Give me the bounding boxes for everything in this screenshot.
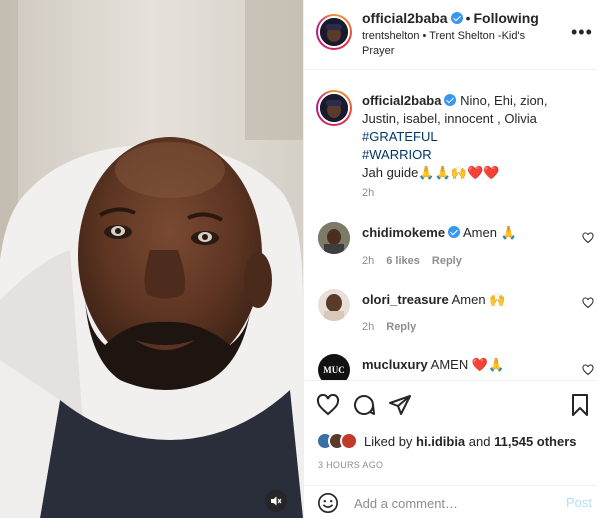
mute-toggle-button[interactable] bbox=[265, 490, 287, 512]
commenter-avatar[interactable] bbox=[318, 289, 350, 321]
post-timestamp[interactable]: 3 HOURS AGO bbox=[318, 460, 383, 470]
commenter-avatar-image bbox=[318, 289, 350, 321]
like-comment-heart-icon[interactable] bbox=[582, 232, 594, 244]
comment-body: AMEN ❤️🙏 bbox=[430, 357, 505, 372]
liked-by-prefix: Liked by bbox=[364, 433, 413, 449]
comment-time[interactable]: 2h bbox=[362, 321, 374, 333]
more-options-button[interactable]: ••• bbox=[571, 22, 593, 43]
verified-badge-icon bbox=[450, 12, 463, 24]
comment-meta: 2h Reply bbox=[362, 321, 428, 333]
reply-button[interactable]: Reply bbox=[432, 255, 462, 267]
like-comment-heart-icon[interactable] bbox=[582, 297, 594, 309]
following-button[interactable]: Following bbox=[474, 10, 539, 26]
audio-track-link[interactable]: trentshelton • Trent Shelton -Kid's Pray… bbox=[362, 29, 542, 59]
post-media[interactable] bbox=[0, 0, 303, 518]
comment-body: Amen 🙌 bbox=[451, 292, 506, 307]
caption-verified-icon bbox=[444, 94, 457, 106]
header-username-line: official2baba • Following bbox=[362, 10, 539, 26]
caption-text: official2baba Nino, Ehi, zion, Justin, i… bbox=[362, 92, 582, 182]
caption-closing: Jah guide🙏🙏🙌❤️❤️ bbox=[362, 165, 500, 180]
liker-avatar[interactable] bbox=[340, 432, 358, 450]
caption-author-avatar[interactable] bbox=[318, 92, 350, 124]
liked-by-username[interactable]: hi.idibia bbox=[416, 434, 465, 449]
share-paper-plane-icon[interactable] bbox=[388, 393, 412, 417]
save-bookmark-icon[interactable] bbox=[568, 393, 592, 417]
post-photo bbox=[0, 0, 303, 518]
comment-meta: 2h 6 likes Reply bbox=[362, 255, 474, 267]
comment-text: mucluxury AMEN ❤️🙏 bbox=[362, 357, 504, 373]
author-username[interactable]: official2baba bbox=[362, 10, 448, 26]
comment-username[interactable]: olori_treasure bbox=[362, 292, 449, 307]
commenter-avatar-logo: MUC bbox=[323, 365, 345, 375]
caption-username[interactable]: official2baba bbox=[362, 93, 441, 108]
comment-text: olori_treasure Amen 🙌 bbox=[362, 292, 505, 308]
comment-bubble-icon[interactable] bbox=[352, 393, 376, 417]
comment-time[interactable]: 2h bbox=[362, 255, 374, 267]
hashtag-grateful[interactable]: #GRATEFUL bbox=[362, 129, 438, 144]
caption-timestamp[interactable]: 2h bbox=[362, 187, 374, 199]
separator-dot: • bbox=[465, 10, 471, 26]
liked-by-and: and bbox=[468, 433, 491, 449]
mute-icon bbox=[271, 496, 282, 506]
author-avatar-image bbox=[320, 18, 348, 46]
liked-by-text: Liked by hi.idibia and 11,545 others bbox=[364, 434, 577, 449]
author-avatar[interactable] bbox=[318, 16, 350, 48]
comment-verified-icon bbox=[448, 226, 461, 238]
commenter-avatar-image bbox=[318, 222, 350, 254]
comment-likes[interactable]: 6 likes bbox=[386, 255, 420, 267]
story-ring[interactable] bbox=[316, 14, 352, 50]
likes-count-link[interactable]: 11,545 others bbox=[494, 434, 576, 449]
liked-by-row: Liked by hi.idibia and 11,545 others bbox=[316, 431, 577, 451]
caption-story-ring[interactable] bbox=[316, 90, 352, 126]
post-actions: Liked by hi.idibia and 11,545 others 3 H… bbox=[304, 380, 597, 518]
comment-input[interactable] bbox=[354, 493, 554, 513]
comment-username[interactable]: chidimokeme bbox=[362, 225, 445, 240]
emoji-smiley-icon[interactable] bbox=[317, 492, 339, 514]
post-details-panel: official2baba • Following trentshelton • T… bbox=[303, 0, 597, 518]
caption-avatar-image bbox=[320, 94, 348, 122]
like-comment-heart-icon[interactable] bbox=[582, 364, 594, 376]
commenter-avatar[interactable] bbox=[318, 222, 350, 254]
post-header: official2baba • Following trentshelton • T… bbox=[304, 0, 597, 70]
comment-text: chidimokeme Amen 🙏 bbox=[362, 225, 517, 241]
add-comment-form: Post bbox=[304, 485, 597, 518]
like-heart-icon[interactable] bbox=[316, 393, 340, 417]
comment-body: Amen 🙏 bbox=[463, 225, 517, 240]
comment-username[interactable]: mucluxury bbox=[362, 357, 428, 372]
post-comment-button[interactable]: Post bbox=[566, 495, 592, 510]
reply-button[interactable]: Reply bbox=[386, 321, 416, 333]
hashtag-warrior[interactable]: #WARRIOR bbox=[362, 147, 432, 162]
